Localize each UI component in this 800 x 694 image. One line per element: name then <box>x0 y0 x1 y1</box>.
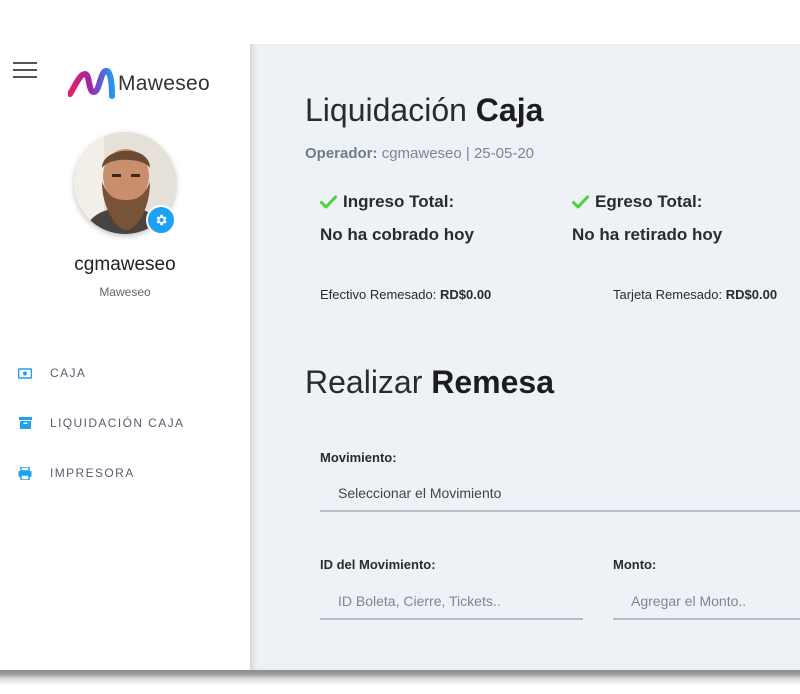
archive-icon <box>18 416 32 430</box>
monto-input[interactable] <box>613 584 800 620</box>
movimiento-select[interactable]: Seleccionar el Movimiento <box>320 476 800 512</box>
sidebar-item-label: CAJA <box>50 366 87 380</box>
operator-info: Operador: cgmaweseo | 25-05-20 <box>305 145 534 162</box>
check-icon <box>320 195 337 209</box>
window-bottom-shadow <box>0 670 800 694</box>
egreso-total-value: No ha retirado hoy <box>572 225 723 244</box>
egreso-total-label: Egreso Total: <box>595 192 703 211</box>
movimiento-label: Movimiento: <box>320 450 397 465</box>
sidebar-item-liquidacion-caja[interactable]: LIQUIDACIÓN CAJA <box>0 412 250 434</box>
avatar-settings-button[interactable] <box>146 205 176 235</box>
efectivo-remesado-label: Efectivo Remesado: <box>320 287 437 302</box>
section-title-bold: Remesa <box>431 364 555 400</box>
id-movimiento-label: ID del Movimiento: <box>320 557 436 572</box>
brand[interactable]: Maweseo <box>68 66 210 102</box>
egreso-total-card: Egreso Total: No ha retirado hoy <box>572 192 800 245</box>
efectivo-remesado: Efectivo Remesado: RD$0.00 <box>320 287 491 302</box>
movimiento-selected-value: Seleccionar el Movimiento <box>338 485 502 501</box>
sidebar-item-label: LIQUIDACIÓN CAJA <box>50 416 185 430</box>
tarjeta-remesado-label: Tarjeta Remesado: <box>613 287 723 302</box>
monto-label: Monto: <box>613 557 657 572</box>
operator-label: Operador: <box>305 145 378 162</box>
brand-name: Maweseo <box>118 72 210 95</box>
egreso-total-title: Egreso Total: <box>572 192 800 212</box>
printer-icon <box>18 466 32 480</box>
cash-icon <box>18 366 32 380</box>
page-title-light: Liquidación <box>305 92 467 128</box>
main-content: Liquidación Caja Operador: cgmaweseo | 2… <box>250 44 800 670</box>
user-name: cgmaweseo <box>74 254 176 275</box>
ingreso-total-value: No ha cobrado hoy <box>320 225 474 244</box>
efectivo-remesado-value: RD$0.00 <box>439 287 492 302</box>
section-title-remesa: Realizar Remesa <box>305 364 554 401</box>
sidebar-item-impresora[interactable]: IMPRESORA <box>0 462 250 484</box>
hamburger-menu-icon[interactable] <box>13 62 37 78</box>
avatar-container <box>74 132 178 236</box>
check-icon <box>572 195 589 209</box>
app-window: Maweseo cgmaweseo Maweseo CAJA LIQUIDACI… <box>0 44 800 672</box>
brand-logo-icon <box>68 67 115 99</box>
ingreso-total-title: Ingreso Total: <box>320 192 560 212</box>
ingreso-total-label: Ingreso Total: <box>343 192 455 211</box>
sidebar-item-caja[interactable]: CAJA <box>0 362 250 384</box>
tarjeta-remesado: Tarjeta Remesado: RD$0.00 <box>613 287 777 302</box>
tarjeta-remesado-value: RD$0.00 <box>725 287 778 302</box>
page-title-bold: Caja <box>475 92 544 128</box>
operator-value: cgmaweseo | 25-05-20 <box>381 145 535 162</box>
sidebar-item-label: IMPRESORA <box>50 466 135 480</box>
page-title: Liquidación Caja <box>305 92 543 129</box>
user-company: Maweseo <box>99 285 151 299</box>
id-movimiento-input[interactable] <box>320 584 583 620</box>
section-title-light: Realizar <box>305 364 423 400</box>
sidebar-nav: CAJA LIQUIDACIÓN CAJA IMPRESORA <box>0 362 250 512</box>
sidebar: Maweseo cgmaweseo Maweseo CAJA LIQUIDACI… <box>0 44 250 670</box>
ingreso-total-card: Ingreso Total: No ha cobrado hoy <box>320 192 560 245</box>
gear-icon <box>156 214 167 226</box>
